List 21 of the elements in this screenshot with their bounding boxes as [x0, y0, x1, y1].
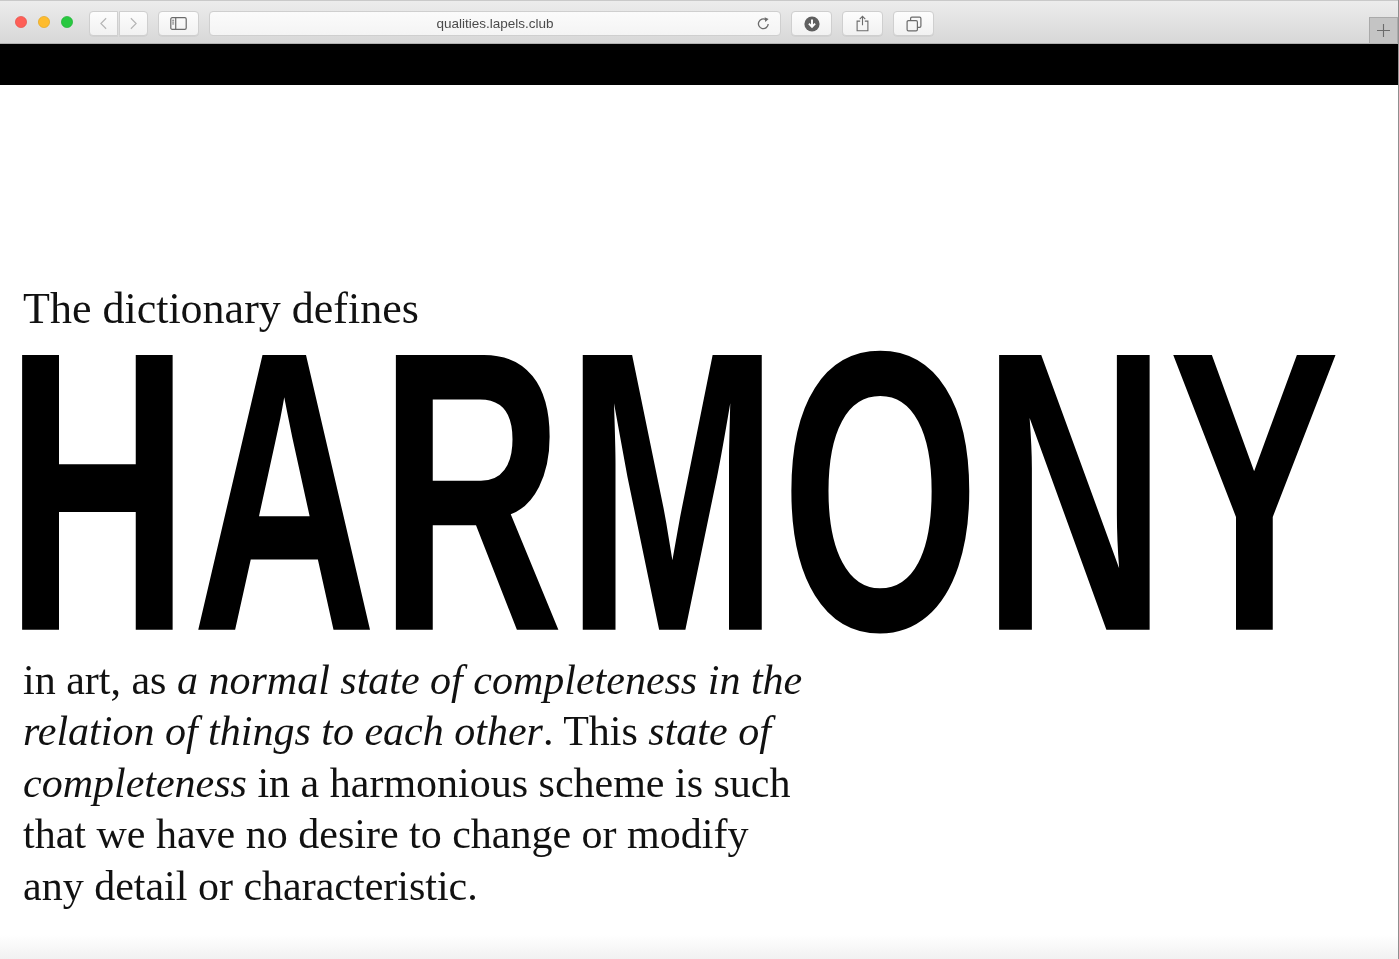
share-button[interactable]	[842, 11, 883, 36]
forward-button[interactable]	[119, 11, 148, 36]
plus-icon	[1377, 24, 1390, 37]
downloads-button[interactable]	[791, 11, 832, 36]
definition-paragraph: in art, as a normal state of completeness in the relation of things to each other. This state of completeness in a harmonious scheme is such that we have no desire to change or modify any detail or characteristic.	[23, 656, 804, 911]
sidebar-icon	[170, 17, 187, 30]
back-button[interactable]	[89, 11, 118, 36]
headword-title: HARMONY	[5, 351, 1342, 632]
sidebar-button[interactable]	[158, 11, 199, 36]
download-icon	[803, 15, 820, 32]
intro-text: The dictionary defines	[23, 283, 420, 335]
overlapping-squares-icon	[905, 15, 922, 32]
chevron-right-icon	[130, 17, 137, 30]
address-field[interactable]: qualities.lapels.club	[209, 11, 781, 36]
reload-icon[interactable]	[756, 16, 771, 31]
close-window-icon[interactable]	[15, 16, 27, 28]
new-tab-button[interactable]	[1369, 17, 1398, 43]
tabs-overview-button[interactable]	[893, 11, 934, 36]
chevron-left-icon	[100, 17, 107, 30]
share-icon	[856, 15, 869, 32]
maximize-window-icon[interactable]	[61, 16, 73, 28]
